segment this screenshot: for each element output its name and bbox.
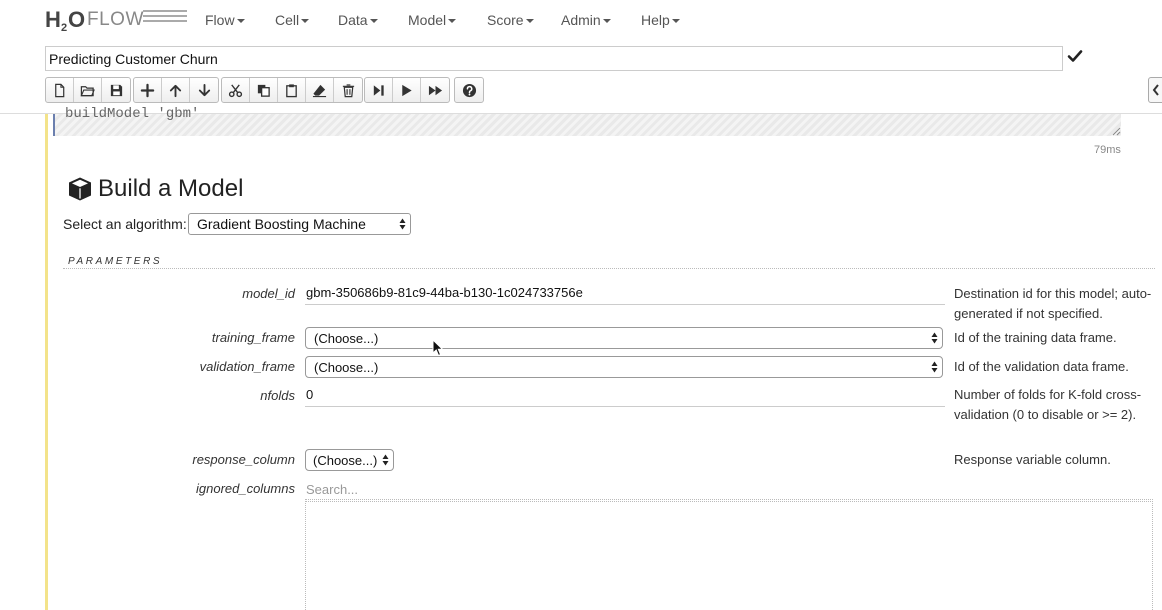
menu-admin-label: Admin (561, 12, 601, 28)
parameters-divider (63, 268, 1155, 269)
toolbar-run-group (364, 77, 450, 103)
ignored-columns-label: ignored_columns (195, 481, 295, 496)
ignored-columns-search-input[interactable]: Search... (305, 480, 1153, 500)
checkmark-icon[interactable] (1067, 48, 1083, 64)
toolbar-help-group (454, 77, 484, 103)
active-cell-indicator (45, 114, 48, 610)
ignored-columns-list[interactable] (305, 501, 1153, 610)
caret-down-icon (602, 19, 611, 24)
add-cell-icon[interactable] (134, 78, 162, 102)
step-icon[interactable] (365, 78, 393, 102)
caret-down-icon (301, 19, 310, 24)
build-model-heading: Build a Model (67, 175, 243, 203)
new-file-icon[interactable] (46, 78, 74, 102)
delete-icon[interactable] (334, 78, 362, 102)
move-up-icon[interactable] (162, 78, 190, 102)
select-arrows-icon (931, 332, 938, 344)
notebook-title-input[interactable] (45, 46, 1063, 71)
caret-down-icon (671, 19, 680, 24)
model-id-input[interactable]: gbm-350686b9-81c9-44ba-b130-1c024733756e (305, 283, 945, 305)
run-all-icon[interactable] (421, 78, 449, 102)
toolbar-file-group (45, 77, 131, 103)
response-column-description: Response variable column. (954, 452, 1111, 467)
open-folder-icon[interactable] (74, 78, 102, 102)
nfolds-label: nfolds (260, 388, 295, 403)
cell-code-text: buildModel 'gbm' (65, 106, 200, 122)
parameters-header: PARAMETERS (68, 256, 163, 267)
validation-frame-select[interactable]: (Choose...) (305, 356, 943, 378)
caret-down-icon (448, 19, 457, 24)
model-id-label: model_id (242, 286, 295, 301)
cell-code-editor[interactable]: buildModel 'gbm' (53, 106, 1121, 136)
copy-icon[interactable] (250, 78, 278, 102)
menu-cell[interactable]: Cell (275, 12, 310, 28)
response-column-label: response_column (192, 452, 295, 467)
move-down-icon[interactable] (190, 78, 218, 102)
ignored-columns-search-placeholder: Search... (306, 482, 359, 497)
logo-lines (143, 10, 187, 25)
top-nav: H 2 O FLOW Flow Cell Data Model Score Ad… (0, 0, 1162, 40)
cut-icon[interactable] (222, 78, 250, 102)
nfolds-input[interactable]: 0 (305, 385, 945, 407)
caret-down-icon (236, 19, 245, 24)
sidebar-toggle[interactable] (1148, 77, 1162, 103)
select-arrows-icon (931, 361, 938, 373)
paste-icon[interactable] (278, 78, 306, 102)
cell-timing: 79ms (1094, 144, 1121, 156)
menu-model-label: Model (408, 12, 447, 28)
training-frame-description: Id of the training data frame. (954, 330, 1117, 345)
page-title: Build a Model (98, 175, 244, 202)
save-icon[interactable] (102, 78, 130, 102)
nfolds-description: Number of folds for K-fold cross-validat… (954, 387, 1142, 422)
menu-help-label: Help (641, 12, 670, 28)
validation-frame-value: (Choose...) (314, 360, 379, 375)
model-id-description: Destination id for this model; auto-gene… (954, 286, 1152, 321)
training-frame-value: (Choose...) (314, 331, 379, 346)
logo-o: O (68, 7, 86, 32)
menu-score[interactable]: Score (487, 12, 534, 28)
menu-help[interactable]: Help (641, 12, 680, 28)
chevron-left-icon (1152, 84, 1159, 96)
training-frame-select[interactable]: (Choose...) (305, 327, 943, 349)
select-arrows-icon (399, 218, 406, 230)
toolbar-edit-group (221, 77, 363, 103)
menu-score-label: Score (487, 12, 524, 28)
validation-frame-description: Id of the validation data frame. (954, 359, 1129, 374)
run-icon[interactable] (393, 78, 421, 102)
select-arrows-icon (382, 454, 389, 466)
cube-icon (69, 177, 91, 201)
logo-2: 2 (61, 22, 68, 34)
caret-down-icon (525, 19, 534, 24)
menu-cell-label: Cell (275, 12, 300, 28)
resize-grip-icon[interactable] (1111, 126, 1121, 136)
caret-down-icon (369, 19, 378, 24)
menu-flow[interactable]: Flow (205, 12, 245, 28)
help-icon[interactable] (455, 78, 483, 102)
algorithm-label: Select an algorithm: (63, 216, 187, 232)
mouse-cursor-icon (432, 339, 444, 357)
nfolds-value: 0 (306, 387, 314, 402)
training-frame-label: training_frame (211, 330, 295, 345)
h2o-flow-window: H 2 O FLOW Flow Cell Data Model Score Ad… (0, 0, 1162, 610)
algorithm-select-value: Gradient Boosting Machine (197, 216, 366, 232)
menu-data-label: Data (338, 12, 368, 28)
menu-flow-label: Flow (205, 12, 235, 28)
menu-data[interactable]: Data (338, 12, 378, 28)
menu-model[interactable]: Model (408, 12, 457, 28)
response-column-value: (Choose...) (313, 453, 378, 468)
menu-admin[interactable]: Admin (561, 12, 611, 28)
eraser-icon[interactable] (306, 78, 334, 102)
response-column-select[interactable]: (Choose...) (305, 449, 394, 471)
toolbar-cell-group (133, 77, 219, 103)
model-id-value: gbm-350686b9-81c9-44ba-b130-1c024733756e (306, 285, 583, 300)
logo-h: H (45, 7, 61, 32)
logo-flow: FLOW (87, 9, 144, 30)
validation-frame-label: validation_frame (199, 359, 295, 374)
algorithm-select[interactable]: Gradient Boosting Machine (188, 213, 411, 235)
h2o-flow-logo[interactable]: H 2 O FLOW (45, 6, 190, 36)
